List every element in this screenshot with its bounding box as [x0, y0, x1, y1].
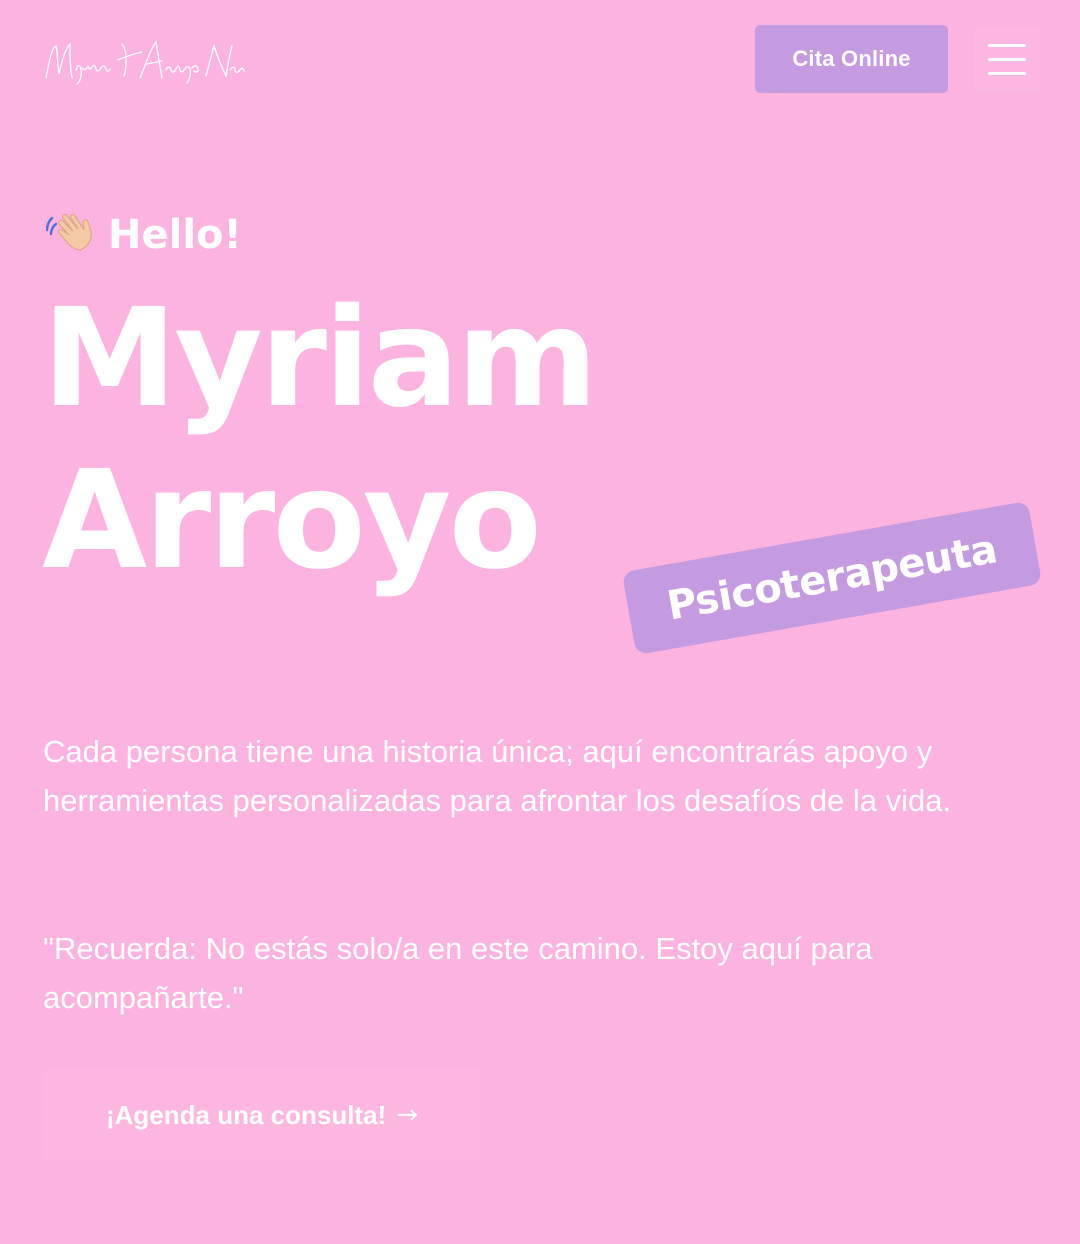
menu-button[interactable]	[974, 26, 1040, 92]
greeting-text: Hello!	[108, 212, 242, 258]
hamburger-menu-icon	[988, 43, 1026, 47]
schedule-consultation-label: ¡Agenda una consulta!	[105, 1099, 387, 1130]
name-line-first: Myriam	[42, 280, 598, 438]
role-badge: Psicoterapeuta	[621, 500, 1043, 656]
name-line-last: Arroyo	[42, 442, 542, 600]
hamburger-menu-icon-bar	[988, 57, 1026, 61]
role-badge-label: Psicoterapeuta	[663, 526, 1001, 630]
logo[interactable]	[42, 34, 247, 90]
hamburger-menu-icon-bar	[988, 71, 1026, 75]
waving-hand-icon	[46, 210, 96, 260]
page: Cita Online Hello! Myriam Arroyo Psicote…	[0, 0, 1080, 1244]
arrow-right-icon: →	[396, 1100, 419, 1130]
greeting: Hello!	[46, 210, 242, 260]
book-online-button[interactable]: Cita Online	[755, 25, 948, 93]
page-title: Myriam Arroyo	[42, 278, 598, 602]
intro-text: Cada persona tiene una historia única; a…	[43, 734, 952, 818]
quote-text: "Recuerda: No estás solo/a en este camin…	[43, 931, 873, 1015]
logo-signature-icon	[45, 40, 245, 85]
schedule-consultation-button[interactable]: ¡Agenda una consulta! →	[43, 1070, 481, 1160]
